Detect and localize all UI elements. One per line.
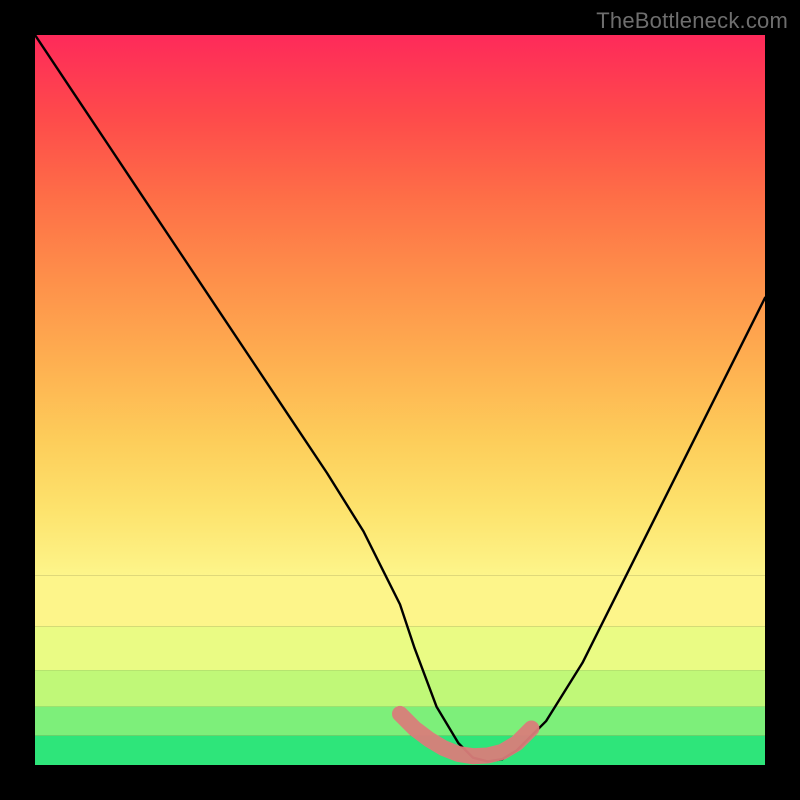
- watermark-text: TheBottleneck.com: [596, 8, 788, 34]
- background-band: [35, 670, 765, 707]
- chart-frame: [0, 0, 800, 800]
- background-gradient: [35, 35, 765, 575]
- chart-svg: [35, 35, 765, 765]
- background-band: [35, 736, 765, 765]
- background-band: [35, 575, 765, 626]
- background-band: [35, 626, 765, 670]
- plot-area: [35, 35, 765, 765]
